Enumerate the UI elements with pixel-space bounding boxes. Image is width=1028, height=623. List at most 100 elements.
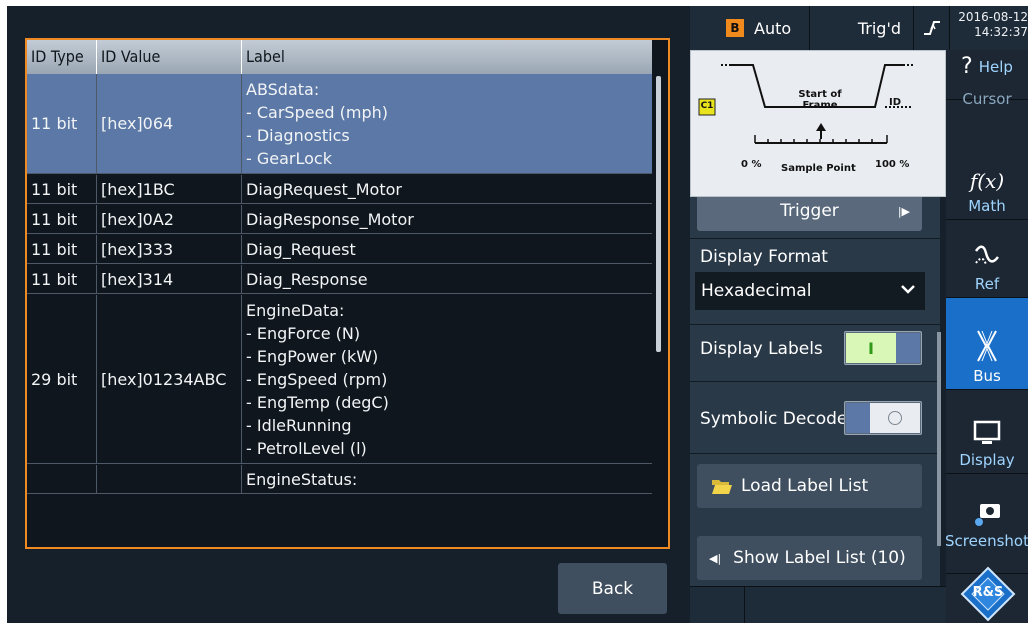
trigger-state-label: Trig'd xyxy=(857,18,901,38)
ref-label: Ref xyxy=(974,275,1000,293)
sample-point-diagram xyxy=(698,64,913,144)
bus-button[interactable]: Bus xyxy=(946,298,1028,390)
bus-icon xyxy=(977,330,997,362)
acquisition-mode[interactable]: B Auto xyxy=(690,6,810,50)
sample-point-marker-icon xyxy=(816,123,826,131)
table-row[interactable]: EngineStatus: xyxy=(27,465,652,494)
id-value-cell: [hex]0A2 xyxy=(97,205,242,233)
show-label-list-button[interactable]: ◀| Show Label List (10) xyxy=(697,536,922,580)
percent-right-label: 100 % xyxy=(875,159,910,170)
math-button[interactable]: f(x) Math xyxy=(946,100,1028,220)
label-cell: EngineData: - EngForce (N) - EngPower (k… xyxy=(246,301,389,458)
table-row[interactable]: 11 bit [hex]333 Diag_Request xyxy=(27,235,652,264)
toggle-knob xyxy=(846,403,870,433)
toggle-on-indicator: I xyxy=(846,333,896,363)
table-row[interactable]: 29 bit [hex]01234ABC EngineData: - EngForc… xyxy=(27,295,652,464)
status-bar: B Auto Trig'd 2016-08-12 14:32:37 xyxy=(690,6,1028,50)
display-format-value: Hexadecimal xyxy=(701,281,812,301)
screenshot-button[interactable]: Screenshot xyxy=(945,474,1028,574)
folder-icon xyxy=(712,480,732,494)
help-button[interactable]: ? Help Cursor xyxy=(946,50,1028,108)
label-cell: DiagRequest_Motor xyxy=(246,179,402,199)
oscilloscope-screen: ID Type ID Value Label 11 bit [hex]064 ABS… xyxy=(7,6,1028,623)
header-id-value[interactable]: ID Value xyxy=(97,40,242,74)
id-type-cell: 29 bit xyxy=(27,295,97,463)
load-label-list-label: Load Label List xyxy=(741,476,869,496)
label-list-table: ID Type ID Value Label 11 bit [hex]064 ABS… xyxy=(25,38,670,549)
bottom-bar xyxy=(690,586,946,623)
table-scroll-thumb[interactable] xyxy=(656,76,661,352)
load-label-list-button[interactable]: Load Label List xyxy=(697,464,922,508)
brand-logo: R&S xyxy=(960,566,1016,622)
id-type-cell: 11 bit xyxy=(27,74,97,173)
collapse-arrow-icon: ◀| xyxy=(709,551,722,565)
id-type-cell: 11 bit xyxy=(27,235,97,263)
mode-label: Auto xyxy=(754,18,792,38)
divider xyxy=(690,453,940,454)
header-id-type[interactable]: ID Type xyxy=(27,40,97,74)
trigger-state[interactable]: Trig'd xyxy=(810,6,914,50)
label-cell: Diag_Request xyxy=(246,239,356,259)
id-value-cell: [hex]064 xyxy=(97,74,242,173)
id-value-cell: [hex]1BC xyxy=(97,175,242,203)
table-header: ID Type ID Value Label xyxy=(27,40,652,74)
id-type-cell: 11 bit xyxy=(27,175,97,203)
id-type-cell: 11 bit xyxy=(27,205,97,233)
table-row[interactable]: 11 bit [hex]314 Diag_Response xyxy=(27,265,652,294)
label-cell: ABSdata: - CarSpeed (mph) - Diagnostics … xyxy=(246,80,389,168)
off-circle-icon xyxy=(888,411,902,425)
id-value-cell: [hex]314 xyxy=(97,265,242,293)
toggle-off-indicator xyxy=(870,403,920,433)
divider xyxy=(690,381,940,382)
rising-edge-icon xyxy=(923,21,940,35)
divider xyxy=(744,587,745,623)
c1-badge: C1 xyxy=(700,101,714,111)
display-labels-toggle[interactable]: I xyxy=(844,331,922,365)
id-type-cell: 11 bit xyxy=(27,265,97,293)
camera-icon xyxy=(975,504,1000,526)
id-label: ID xyxy=(889,97,902,108)
label-cell: DiagResponse_Motor xyxy=(246,209,414,229)
display-labels-label: Display Labels xyxy=(700,339,823,359)
display-format-select[interactable]: Hexadecimal xyxy=(695,272,925,310)
id-type-cell xyxy=(27,465,97,493)
label-cell: Diag_Response xyxy=(246,269,368,289)
id-value-cell xyxy=(97,465,242,493)
question-icon: ? xyxy=(961,54,973,79)
panel-scrollbar[interactable] xyxy=(937,332,941,546)
table-row[interactable]: 11 bit [hex]1BC DiagRequest_Motor xyxy=(27,175,652,204)
toggle-knob xyxy=(896,333,920,363)
monitor-icon xyxy=(973,420,1001,444)
divider xyxy=(690,238,940,239)
display-button[interactable]: Display xyxy=(946,390,1028,474)
symbolic-decode-label: Symbolic Decode xyxy=(700,409,848,429)
display-format-label: Display Format xyxy=(700,247,828,267)
divider xyxy=(690,324,940,325)
frame-diagram: C1 Start of Frame ID 0 % Sample Point 10… xyxy=(690,50,946,197)
reference-waveform-icon xyxy=(974,245,999,266)
table-row[interactable]: 11 bit [hex]064 ABSdata: - CarSpeed (mph) … xyxy=(27,74,652,174)
channel-b-badge: B xyxy=(726,19,744,37)
brand-letters: R&S xyxy=(972,585,1004,600)
id-value-cell: [hex]01234ABC xyxy=(97,295,242,463)
time: 14:32:37 xyxy=(974,25,1028,39)
screenshot-label: Screenshot xyxy=(945,532,1028,550)
id-value-cell: [hex]333 xyxy=(97,235,242,263)
back-button[interactable]: Back xyxy=(558,563,667,614)
table-row[interactable]: 11 bit [hex]0A2 DiagResponse_Motor xyxy=(27,205,652,234)
bus-label: Bus xyxy=(973,367,1001,385)
symbolic-decode-toggle[interactable] xyxy=(844,401,922,435)
help-label: Help xyxy=(978,57,1013,76)
show-label-list-label: Show Label List (10) xyxy=(733,548,906,568)
trigger-label: Trigger xyxy=(780,201,839,221)
display-label: Display xyxy=(959,451,1015,469)
expand-arrow-icon: |▶ xyxy=(897,204,910,218)
ref-button[interactable]: Ref xyxy=(946,220,1028,298)
math-label: Math xyxy=(968,197,1006,215)
date: 2016-08-12 xyxy=(958,10,1028,24)
trigger-edge[interactable] xyxy=(914,6,950,50)
sample-point-label: Sample Point xyxy=(781,163,856,174)
fx-icon: f(x) xyxy=(969,169,1005,193)
date-time: 2016-08-12 14:32:37 xyxy=(948,6,1028,50)
header-label[interactable]: Label xyxy=(242,40,652,74)
